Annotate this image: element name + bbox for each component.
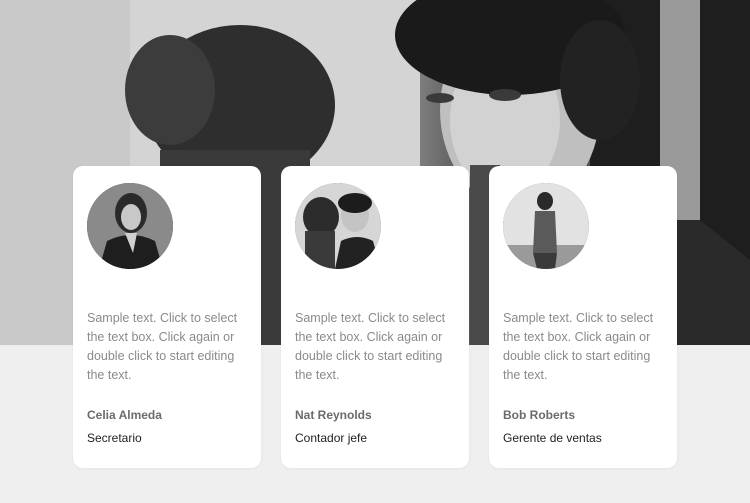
woman-portrait-avatar <box>87 183 173 269</box>
member-name: Celia Almeda <box>87 408 162 422</box>
member-role: Secretario <box>87 431 142 445</box>
member-name: Nat Reynolds <box>295 408 372 422</box>
man-seaside-avatar <box>503 183 589 269</box>
card-description[interactable]: Sample text. Click to select the text bo… <box>503 309 669 385</box>
man-with-shadow-avatar <box>295 183 381 269</box>
card-description[interactable]: Sample text. Click to select the text bo… <box>295 309 461 385</box>
team-card: Sample text. Click to select the text bo… <box>489 166 677 468</box>
team-card: Sample text. Click to select the text bo… <box>281 166 469 468</box>
member-name: Bob Roberts <box>503 408 575 422</box>
member-role: Gerente de ventas <box>503 431 602 445</box>
member-role: Contador jefe <box>295 431 368 445</box>
team-card: Sample text. Click to select the text bo… <box>73 166 261 468</box>
card-description[interactable]: Sample text. Click to select the text bo… <box>87 309 253 385</box>
